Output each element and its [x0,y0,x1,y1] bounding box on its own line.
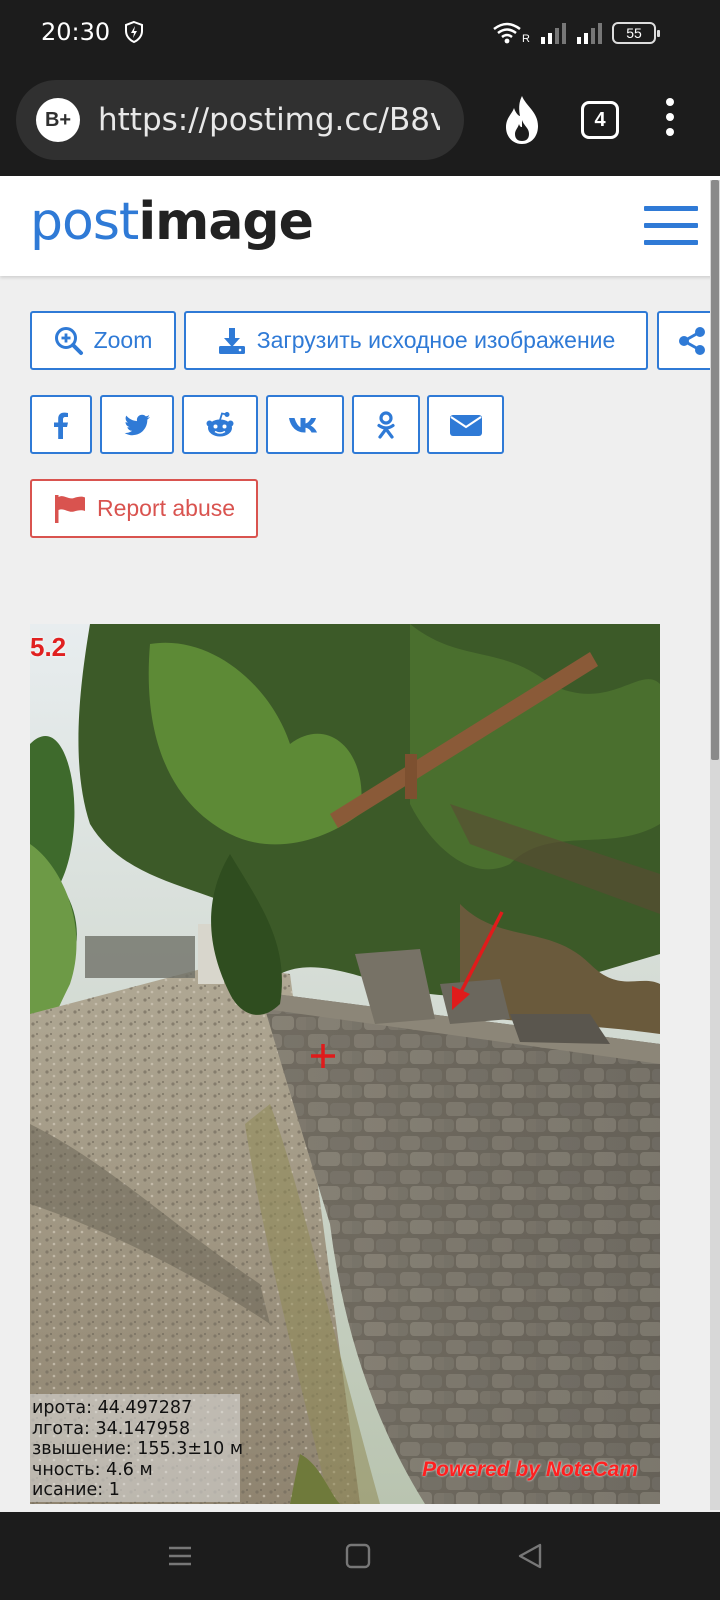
zoom-in-icon [54,326,83,355]
download-label: Загрузить исходное изображение [256,327,616,353]
overflow-menu-icon[interactable] [664,98,676,142]
fire-icon[interactable] [500,94,544,146]
status-indicators: R 55 [492,20,660,46]
wifi-icon [493,22,521,44]
signal-icon-1 [541,23,566,44]
uploaded-photo[interactable]: 5.2 ирота: 44.497287 лгота: 34.147958 зв… [30,624,660,1504]
share-icon [679,326,705,355]
share-email-button[interactable] [427,395,504,454]
share-reddit-button[interactable] [182,395,258,454]
report-abuse-label: Report abuse [96,495,236,521]
home-square-icon[interactable] [344,1542,372,1570]
photo-geo-info: ирота: 44.497287 лгота: 34.147958 звышен… [30,1394,244,1502]
browser-badge-icon[interactable]: B+ [36,98,80,142]
photo-info-line: лгота: 34.147958 [32,1418,191,1439]
postimage-logo[interactable]: postimage [30,192,314,252]
roaming-label: R [522,33,530,45]
share-facebook-button[interactable] [30,395,92,454]
zoom-label: Zoom [93,327,153,353]
photo-info-line: ирота: 44.497287 [32,1398,193,1418]
odnoklassniki-icon [377,410,395,439]
envelope-icon [449,414,482,436]
share-vk-button[interactable] [266,395,344,454]
site-header: postimage [0,176,720,276]
signal-icon-2 [577,23,602,44]
photo-info-line: исание: 1 [32,1480,120,1500]
download-original-button[interactable]: Загрузить исходное изображение [184,311,648,370]
status-bar: 20:30 R 55 [0,0,720,64]
vk-icon [289,417,317,432]
flag-icon [54,494,85,523]
hamburger-menu-icon[interactable] [644,206,698,246]
facebook-icon [54,412,68,439]
report-abuse-button[interactable]: Report abuse [30,479,258,538]
photo-info-line: чность: 4.6 м [32,1459,153,1480]
address-bar[interactable]: B+ https://postimg.cc/B8v [16,80,464,160]
recents-menu-icon[interactable] [166,1542,194,1570]
browser-toolbar: B+ https://postimg.cc/B8v 4 [0,64,720,176]
status-time: 20:30 [41,18,111,46]
share-twitter-button[interactable] [100,395,174,454]
tabs-count-button[interactable]: 4 [581,101,619,139]
twitter-icon [124,414,150,435]
download-icon [218,327,245,354]
shield-icon [125,20,143,44]
url-text[interactable]: https://postimg.cc/B8v [98,102,440,138]
zoom-button[interactable]: Zoom [30,311,176,370]
photo-corner-label: 5.2 [30,632,67,662]
photo-scene [30,624,660,1504]
reddit-icon [206,411,234,436]
photo-info-line: звышение: 155.3±10 м [32,1439,244,1459]
photo-watermark: Powered by NoteCam [422,1458,638,1481]
system-nav-bar [0,1512,720,1600]
share-odnoklassniki-button[interactable] [352,395,420,454]
page-scrollbar-thumb[interactable] [711,180,719,760]
web-page: postimage Zoom Загрузить исходное изобра… [0,176,720,1512]
battery-indicator: 55 [612,22,660,44]
back-triangle-icon[interactable] [516,1542,544,1570]
